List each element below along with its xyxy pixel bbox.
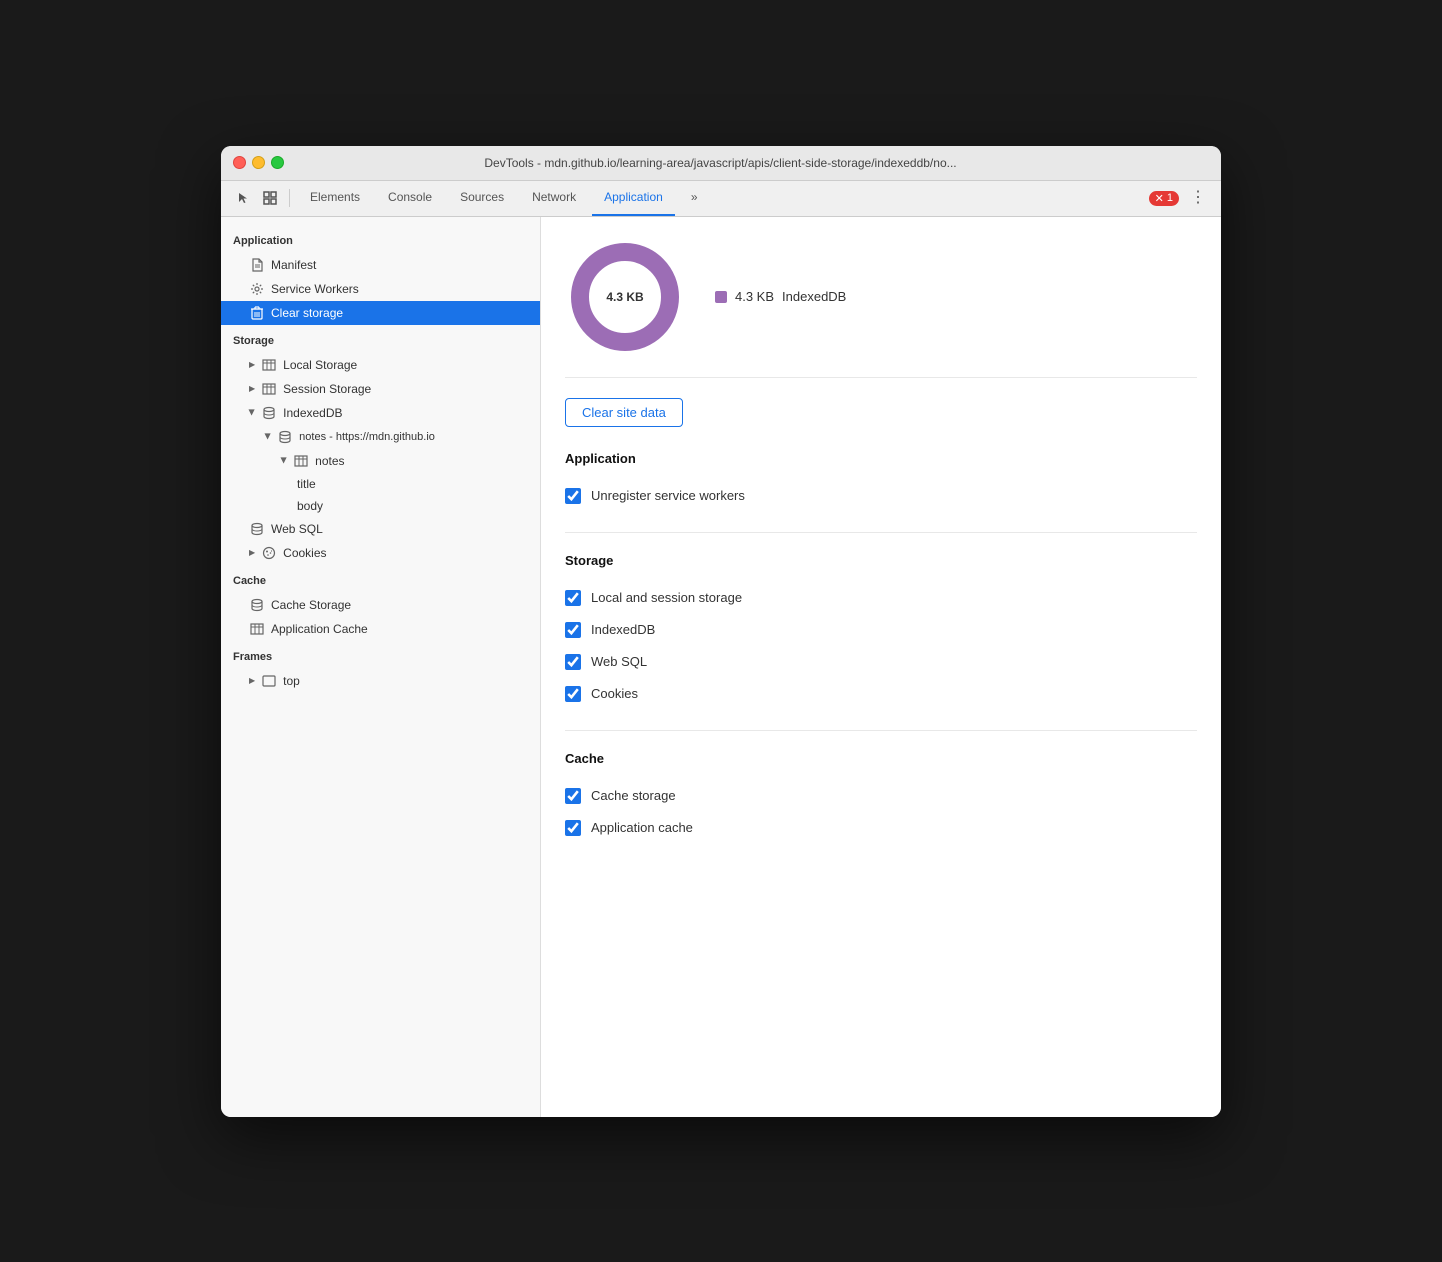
local-session-storage-checkbox[interactable] [565, 590, 581, 606]
chart-size-label: 4.3 KB [606, 290, 643, 304]
cache-section-title: Cache [565, 751, 1197, 766]
sidebar-item-clear-storage[interactable]: Clear storage [221, 301, 540, 325]
db-icon [277, 429, 293, 445]
legend-label: IndexedDB [782, 289, 846, 304]
gear-icon [249, 281, 265, 297]
sidebar-item-notes-db[interactable]: ▶ notes - https://mdn.github.io [221, 425, 540, 449]
chart-legend: 4.3 KB IndexedDB [715, 289, 846, 304]
sidebar-item-service-workers[interactable]: Service Workers [221, 277, 540, 301]
triangle-icon: ▶ [249, 548, 255, 557]
donut-chart: 4.3 KB [565, 237, 685, 357]
tab-application[interactable]: Application [592, 180, 675, 216]
error-badge[interactable]: ✕ 1 [1149, 191, 1179, 206]
application-cache-checkbox[interactable] [565, 820, 581, 836]
indexeddb-label: IndexedDB [591, 622, 655, 637]
cache-storage-checkbox[interactable] [565, 788, 581, 804]
inspect-icon[interactable] [259, 187, 281, 209]
more-options-icon[interactable]: ⋮ [1187, 187, 1209, 209]
divider [289, 189, 290, 207]
table-icon [261, 357, 277, 373]
sidebar-item-notes-table[interactable]: ▶ notes [221, 449, 540, 473]
db-icon [261, 405, 277, 421]
frames-section-header: Frames [221, 645, 540, 669]
unregister-sw-label: Unregister service workers [591, 488, 745, 503]
file-icon [249, 257, 265, 273]
sidebar: Application Manifest [221, 217, 541, 1117]
legend-item-indexeddb: 4.3 KB IndexedDB [715, 289, 846, 304]
sidebar-item-cookies[interactable]: ▶ Cookies [221, 541, 540, 565]
storage-section-block: Storage Local and session storage Indexe… [565, 553, 1197, 731]
main-content: Application Manifest [221, 217, 1221, 1117]
cache-section-header: Cache [221, 569, 540, 593]
application-section-block: Application Unregister service workers [565, 451, 1197, 533]
table-icon [293, 453, 309, 469]
checkbox-application-cache: Application cache [565, 812, 1197, 844]
chart-section: 4.3 KB 4.3 KB IndexedDB [565, 237, 1197, 378]
cookie-icon [261, 545, 277, 561]
sidebar-item-title[interactable]: title [221, 473, 540, 495]
tab-network[interactable]: Network [520, 180, 588, 216]
toolbar-right: ✕ 1 ⋮ [1149, 187, 1209, 209]
unregister-sw-checkbox[interactable] [565, 488, 581, 504]
sidebar-item-body[interactable]: body [221, 495, 540, 517]
checkbox-local-session-storage: Local and session storage [565, 582, 1197, 614]
tab-more[interactable]: » [679, 180, 710, 216]
checkbox-indexeddb: IndexedDB [565, 614, 1197, 646]
websql-checkbox[interactable] [565, 654, 581, 670]
sidebar-item-websql[interactable]: Web SQL [221, 517, 540, 541]
table-icon [249, 621, 265, 637]
checkbox-websql: Web SQL [565, 646, 1197, 678]
tab-console[interactable]: Console [376, 180, 444, 216]
tab-elements[interactable]: Elements [298, 180, 372, 216]
titlebar: DevTools - mdn.github.io/learning-area/j… [221, 146, 1221, 181]
storage-section-title: Storage [565, 553, 1197, 568]
sidebar-item-indexeddb[interactable]: ▶ IndexedDB [221, 401, 540, 425]
frame-icon [261, 673, 277, 689]
cookies-checkbox[interactable] [565, 686, 581, 702]
db-icon [249, 521, 265, 537]
cursor-icon[interactable] [233, 187, 255, 209]
trash-icon [249, 305, 265, 321]
table-icon [261, 381, 277, 397]
triangle-icon: ▶ [249, 676, 255, 685]
cache-storage-label: Cache storage [591, 788, 676, 803]
storage-section-header: Storage [221, 329, 540, 353]
tab-sources[interactable]: Sources [448, 180, 516, 216]
checkbox-unregister-sw: Unregister service workers [565, 480, 1197, 512]
sidebar-item-cache-storage[interactable]: Cache Storage [221, 593, 540, 617]
application-cache-label: Application cache [591, 820, 693, 835]
application-section-title: Application [565, 451, 1197, 466]
triangle-open-icon: ▶ [264, 433, 273, 439]
cookies-label: Cookies [591, 686, 638, 701]
application-section-header: Application [221, 229, 540, 253]
local-session-storage-label: Local and session storage [591, 590, 742, 605]
sidebar-item-local-storage[interactable]: ▶ Local Storage [221, 353, 540, 377]
checkbox-cache-storage: Cache storage [565, 780, 1197, 812]
websql-label: Web SQL [591, 654, 647, 669]
triangle-open-icon: ▶ [280, 457, 289, 463]
checkbox-cookies: Cookies [565, 678, 1197, 710]
window-title: DevTools - mdn.github.io/learning-area/j… [232, 156, 1209, 170]
toolbar: Elements Console Sources Network Applica… [221, 181, 1221, 217]
sidebar-item-session-storage[interactable]: ▶ Session Storage [221, 377, 540, 401]
sidebar-item-top-frame[interactable]: ▶ top [221, 669, 540, 693]
triangle-icon: ▶ [249, 360, 255, 369]
cache-section-block: Cache Cache storage Application cache [565, 751, 1197, 864]
indexeddb-checkbox[interactable] [565, 622, 581, 638]
legend-color-indexeddb [715, 291, 727, 303]
legend-size: 4.3 KB [735, 289, 774, 304]
devtools-window: DevTools - mdn.github.io/learning-area/j… [221, 146, 1221, 1117]
sidebar-item-application-cache[interactable]: Application Cache [221, 617, 540, 641]
triangle-icon: ▶ [249, 384, 255, 393]
sidebar-item-manifest[interactable]: Manifest [221, 253, 540, 277]
clear-site-data-button[interactable]: Clear site data [565, 398, 683, 427]
main-panel: 4.3 KB 4.3 KB IndexedDB Clear site data … [541, 217, 1221, 1117]
db-icon [249, 597, 265, 613]
triangle-open-icon: ▶ [248, 409, 257, 415]
